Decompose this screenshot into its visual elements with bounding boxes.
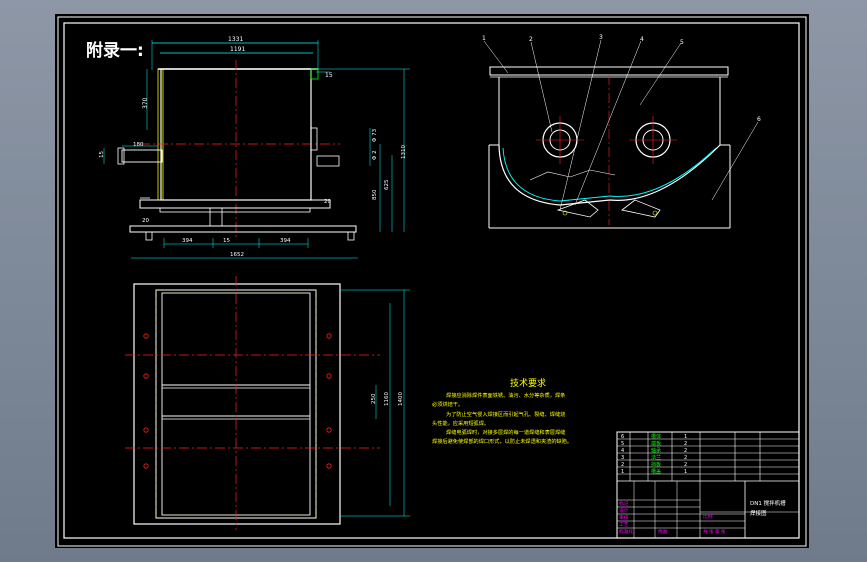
callout-1: 1: [482, 35, 486, 42]
part-qty-6: 1: [684, 434, 687, 440]
cad-drawing: 附录一: 1331 1191 15 370 180 15 Φ 73 Φ 2 62…: [57, 16, 807, 547]
callout-5: 5: [680, 39, 684, 46]
dim-left-small: 180: [133, 142, 144, 148]
dim-r3: 625: [384, 179, 390, 190]
dim-r2: Φ 2: [372, 150, 378, 160]
dim-seg3: 394: [280, 238, 291, 244]
appendix-heading: 附录一:: [86, 40, 144, 61]
part-name-1: 槽盖: [651, 468, 661, 475]
drawing-name-2: 焊接图: [750, 509, 767, 517]
label-process: 工艺: [619, 522, 629, 528]
callout-2: 2: [529, 36, 533, 43]
plan-view: 250 1160 1400: [125, 276, 410, 530]
part-no-3: 3: [621, 455, 624, 461]
tech-line-5: 焊缝电弧焊时，对接多层焊的每一道焊缝和表层焊缝: [446, 428, 565, 436]
label-standard: 标准化: [619, 528, 634, 535]
dim-top-inner: 1191: [230, 46, 245, 53]
dim-plan-outer: 1400: [398, 392, 404, 406]
title-block: 6 槽体 1 5 端板 2 4 轴承 2 3 法兰 2 2 挡板 2 1 槽盖 …: [616, 431, 800, 539]
part-name-2: 挡板: [651, 461, 661, 468]
tech-line-3: 为了防止空气侵入焊接区而引起气孔、裂缝、焊缝烧: [446, 410, 565, 418]
dim-plan-mid: 250: [371, 393, 377, 404]
label-mark: 标记: [619, 500, 629, 507]
dim-r1: Φ 73: [372, 128, 378, 142]
callout-3: 3: [599, 34, 603, 41]
part-qty-4: 2: [684, 448, 687, 454]
label-approve: 批准: [658, 528, 668, 535]
part-no-6: 6: [621, 434, 624, 440]
part-qty-3: 2: [684, 455, 687, 461]
tech-line-4: 头性能，应采用短弧焊。: [432, 419, 489, 427]
sheet-border-outer: [57, 16, 807, 547]
callout-6: 6: [757, 116, 761, 123]
dim-flange: 15: [325, 72, 333, 79]
dim-total-h: 1310: [401, 145, 407, 159]
tech-line-2: 必须烘焙干。: [432, 400, 463, 408]
cad-viewport[interactable]: 附录一: 1331 1191 15 370 180 15 Φ 73 Φ 2 62…: [0, 0, 867, 562]
part-name-5: 端板: [651, 440, 661, 447]
part-name-6: 槽体: [651, 433, 661, 440]
part-qty-1: 1: [684, 469, 687, 475]
tech-title: 技术要求: [510, 377, 546, 389]
callout-4: 4: [640, 36, 644, 43]
part-no-1: 1: [621, 469, 624, 475]
dim-bottom-20b: 20: [324, 199, 331, 205]
tech-requirements: 技术要求 焊接应消除焊件表面铁锈、油污、水分等杂质，焊条 必须烘焙干。 为了防止…: [432, 377, 572, 445]
part-name-3: 法兰: [651, 454, 661, 461]
label-design: 设计: [619, 507, 629, 514]
label-review: 审核: [619, 514, 629, 521]
front-view: 1331 1191 15 370 180 15 Φ 73 Φ 2 625 850…: [99, 36, 410, 259]
part-no-4: 4: [621, 448, 624, 454]
dim-seg1: 394: [182, 238, 193, 244]
side-view: 1 2 3 4 5 6: [482, 34, 761, 229]
label-scale: 比例: [703, 513, 713, 520]
tech-line-6: 焊接后避免使焊部的焊口形式，以防止未焊透和夹渣的缺陷。: [432, 437, 572, 445]
part-qty-2: 2: [684, 462, 687, 468]
drawing-name-1: DN1 搅拌机槽: [750, 499, 786, 507]
tech-line-1: 焊接应消除焊件表面铁锈、油污、水分等杂质，焊条: [446, 391, 565, 399]
dim-total-w: 1652: [230, 252, 244, 258]
part-no-2: 2: [621, 462, 624, 468]
sheet-border-inner: [63, 22, 800, 539]
part-name-4: 轴承: [651, 447, 661, 454]
label-sheet: 共 张 第 张: [703, 528, 726, 535]
dim-r4: 850: [372, 189, 378, 200]
part-qty-5: 2: [684, 441, 687, 447]
dim-left-height: 370: [142, 97, 149, 109]
dim-bottom-20a: 20: [142, 218, 149, 224]
dim-top-outer: 1331: [228, 36, 243, 43]
part-no-5: 5: [621, 441, 624, 447]
dim-seg2: 15: [223, 238, 230, 244]
dim-plan-inner: 1160: [384, 392, 390, 406]
